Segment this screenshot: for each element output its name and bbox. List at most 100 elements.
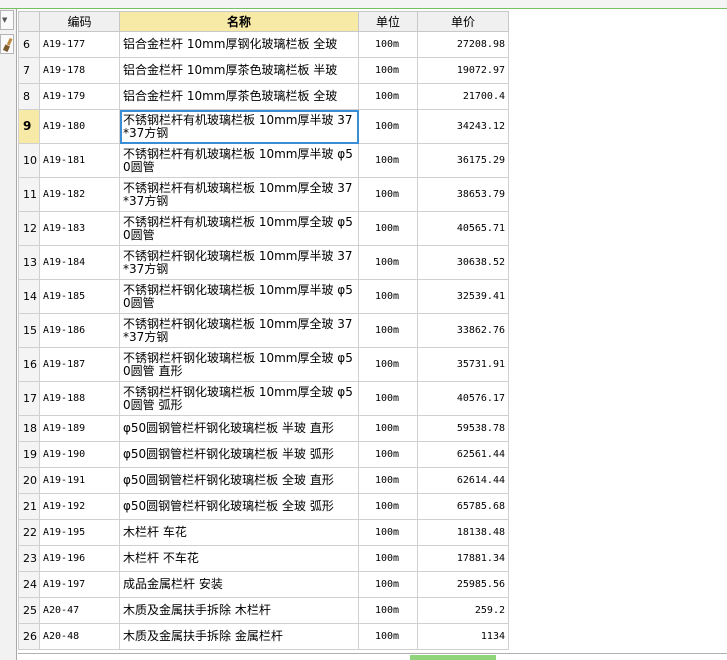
row-name[interactable]: 不锈钢栏杆有机玻璃栏板 10mm厚半玻 φ50圆管 xyxy=(119,143,359,178)
row-code[interactable]: A20-47 xyxy=(39,597,120,624)
row-index[interactable]: 25 xyxy=(18,597,40,624)
table-row[interactable]: 20 A19-191 φ50圆钢管栏杆钢化玻璃栏板 全玻 直形 100m 62614.4… xyxy=(18,467,509,494)
row-name[interactable]: φ50圆钢管栏杆钢化玻璃栏板 半玻 直形 xyxy=(119,415,359,442)
header-unit[interactable]: 单位 xyxy=(358,11,418,32)
row-price[interactable]: 33862.76 xyxy=(417,313,509,348)
row-unit[interactable]: 100m xyxy=(358,83,418,110)
row-name[interactable]: 不锈钢栏杆有机玻璃栏板 10mm厚半玻 37*37方钢 xyxy=(119,109,359,144)
row-code[interactable]: A19-178 xyxy=(39,57,120,84)
row-unit[interactable]: 100m xyxy=(358,545,418,572)
row-unit[interactable]: 100m xyxy=(358,415,418,442)
row-name[interactable]: 铝合金栏杆 10mm厚钢化玻璃栏板 全玻 xyxy=(119,31,359,58)
row-index[interactable]: 23 xyxy=(18,545,40,572)
row-unit[interactable]: 100m xyxy=(358,57,418,84)
row-name[interactable]: φ50圆钢管栏杆钢化玻璃栏板 半玻 弧形 xyxy=(119,441,359,468)
row-unit[interactable]: 100m xyxy=(358,519,418,546)
row-index[interactable]: 11 xyxy=(18,177,40,212)
row-code[interactable]: A19-184 xyxy=(39,245,120,280)
row-unit[interactable]: 100m xyxy=(358,467,418,494)
brush-button[interactable] xyxy=(0,34,14,54)
row-name[interactable]: 不锈钢栏杆钢化玻璃栏板 10mm厚半玻 φ50圆管 xyxy=(119,279,359,314)
row-index[interactable]: 6 xyxy=(18,31,40,58)
row-name[interactable]: 不锈钢栏杆有机玻璃栏板 10mm厚全玻 37*37方钢 xyxy=(119,177,359,212)
row-index[interactable]: 8 xyxy=(18,83,40,110)
table-row[interactable]: 14 A19-185 不锈钢栏杆钢化玻璃栏板 10mm厚半玻 φ50圆管 100m 32… xyxy=(18,279,509,314)
row-code[interactable]: A19-197 xyxy=(39,571,120,598)
row-name[interactable]: 不锈钢栏杆钢化玻璃栏板 10mm厚半玻 37*37方钢 xyxy=(119,245,359,280)
row-index[interactable]: 24 xyxy=(18,571,40,598)
row-code[interactable]: A19-187 xyxy=(39,347,120,382)
row-price[interactable]: 21700.4 xyxy=(417,83,509,110)
row-unit[interactable]: 100m xyxy=(358,623,418,650)
row-price[interactable]: 62614.44 xyxy=(417,467,509,494)
row-price[interactable]: 34243.12 xyxy=(417,109,509,144)
row-price[interactable]: 30638.52 xyxy=(417,245,509,280)
row-name[interactable]: 成品金属栏杆 安装 xyxy=(119,571,359,598)
table-row[interactable]: 16 A19-187 不锈钢栏杆钢化玻璃栏板 10mm厚全玻 φ50圆管 直形 100… xyxy=(18,347,509,382)
row-price[interactable]: 19072.97 xyxy=(417,57,509,84)
table-row[interactable]: 11 A19-182 不锈钢栏杆有机玻璃栏板 10mm厚全玻 37*37方钢 100m… xyxy=(18,177,509,212)
table-row[interactable]: 21 A19-192 φ50圆钢管栏杆钢化玻璃栏板 全玻 弧形 100m 65785.6… xyxy=(18,493,509,520)
header-name[interactable]: 名称 xyxy=(119,11,359,32)
row-price[interactable]: 59538.78 xyxy=(417,415,509,442)
row-price[interactable]: 17881.34 xyxy=(417,545,509,572)
table-row[interactable]: 12 A19-183 不锈钢栏杆有机玻璃栏板 10mm厚全玻 φ50圆管 100m 40… xyxy=(18,211,509,246)
row-name[interactable]: 铝合金栏杆 10mm厚茶色玻璃栏板 半玻 xyxy=(119,57,359,84)
row-unit[interactable]: 100m xyxy=(358,109,418,144)
row-code[interactable]: A19-183 xyxy=(39,211,120,246)
row-index[interactable]: 12 xyxy=(18,211,40,246)
horizontal-scrollbar-thumb[interactable] xyxy=(410,655,496,660)
row-name[interactable]: 木栏杆 车花 xyxy=(119,519,359,546)
row-code[interactable]: A19-191 xyxy=(39,467,120,494)
row-price[interactable]: 65785.68 xyxy=(417,493,509,520)
row-name[interactable]: 木质及金属扶手拆除 木栏杆 xyxy=(119,597,359,624)
row-unit[interactable]: 100m xyxy=(358,313,418,348)
row-name[interactable]: 木质及金属扶手拆除 金属栏杆 xyxy=(119,623,359,650)
header-price[interactable]: 单价 xyxy=(417,11,509,32)
row-index[interactable]: 7 xyxy=(18,57,40,84)
row-name[interactable]: 铝合金栏杆 10mm厚茶色玻璃栏板 全玻 xyxy=(119,83,359,110)
table-row[interactable]: 8 A19-179 铝合金栏杆 10mm厚茶色玻璃栏板 全玻 100m 21700.4 xyxy=(18,83,509,110)
table-row[interactable]: 17 A19-188 不锈钢栏杆钢化玻璃栏板 10mm厚全玻 φ50圆管 弧形 100… xyxy=(18,381,509,416)
row-index[interactable]: 22 xyxy=(18,519,40,546)
row-price[interactable]: 40576.17 xyxy=(417,381,509,416)
row-name[interactable]: 不锈钢栏杆钢化玻璃栏板 10mm厚全玻 37*37方钢 xyxy=(119,313,359,348)
row-unit[interactable]: 100m xyxy=(358,211,418,246)
row-code[interactable]: A19-177 xyxy=(39,31,120,58)
row-unit[interactable]: 100m xyxy=(358,143,418,178)
table-row[interactable]: 24 A19-197 成品金属栏杆 安装 100m 25985.56 xyxy=(18,571,509,598)
row-code[interactable]: A19-180 xyxy=(39,109,120,144)
row-index[interactable]: 20 xyxy=(18,467,40,494)
dropdown-button[interactable]: ▼ xyxy=(0,10,14,30)
row-price[interactable]: 35731.91 xyxy=(417,347,509,382)
row-price[interactable]: 62561.44 xyxy=(417,441,509,468)
row-code[interactable]: A20-48 xyxy=(39,623,120,650)
row-unit[interactable]: 100m xyxy=(358,381,418,416)
row-price[interactable]: 38653.79 xyxy=(417,177,509,212)
row-code[interactable]: A19-188 xyxy=(39,381,120,416)
row-name[interactable]: 木栏杆 不车花 xyxy=(119,545,359,572)
row-code[interactable]: A19-192 xyxy=(39,493,120,520)
table-row[interactable]: 7 A19-178 铝合金栏杆 10mm厚茶色玻璃栏板 半玻 100m 19072.97 xyxy=(18,57,509,84)
row-price[interactable]: 32539.41 xyxy=(417,279,509,314)
row-price[interactable]: 40565.71 xyxy=(417,211,509,246)
table-row[interactable]: 19 A19-190 φ50圆钢管栏杆钢化玻璃栏板 半玻 弧形 100m 62561.4… xyxy=(18,441,509,468)
table-row[interactable]: 9 A19-180 不锈钢栏杆有机玻璃栏板 10mm厚半玻 37*37方钢 100m 3… xyxy=(18,109,509,144)
table-row[interactable]: 23 A19-196 木栏杆 不车花 100m 17881.34 xyxy=(18,545,509,572)
table-row[interactable]: 15 A19-186 不锈钢栏杆钢化玻璃栏板 10mm厚全玻 37*37方钢 100m… xyxy=(18,313,509,348)
row-index[interactable]: 17 xyxy=(18,381,40,416)
row-unit[interactable]: 100m xyxy=(358,279,418,314)
row-name[interactable]: 不锈钢栏杆钢化玻璃栏板 10mm厚全玻 φ50圆管 直形 xyxy=(119,347,359,382)
row-unit[interactable]: 100m xyxy=(358,441,418,468)
row-unit[interactable]: 100m xyxy=(358,493,418,520)
table-row[interactable]: 6 A19-177 铝合金栏杆 10mm厚钢化玻璃栏板 全玻 100m 27208.98 xyxy=(18,31,509,58)
row-index[interactable]: 16 xyxy=(18,347,40,382)
row-index[interactable]: 9 xyxy=(18,109,40,144)
row-code[interactable]: A19-189 xyxy=(39,415,120,442)
row-index[interactable]: 19 xyxy=(18,441,40,468)
row-index[interactable]: 21 xyxy=(18,493,40,520)
row-code[interactable]: A19-185 xyxy=(39,279,120,314)
row-index[interactable]: 18 xyxy=(18,415,40,442)
row-price[interactable]: 27208.98 xyxy=(417,31,509,58)
row-price[interactable]: 259.2 xyxy=(417,597,509,624)
